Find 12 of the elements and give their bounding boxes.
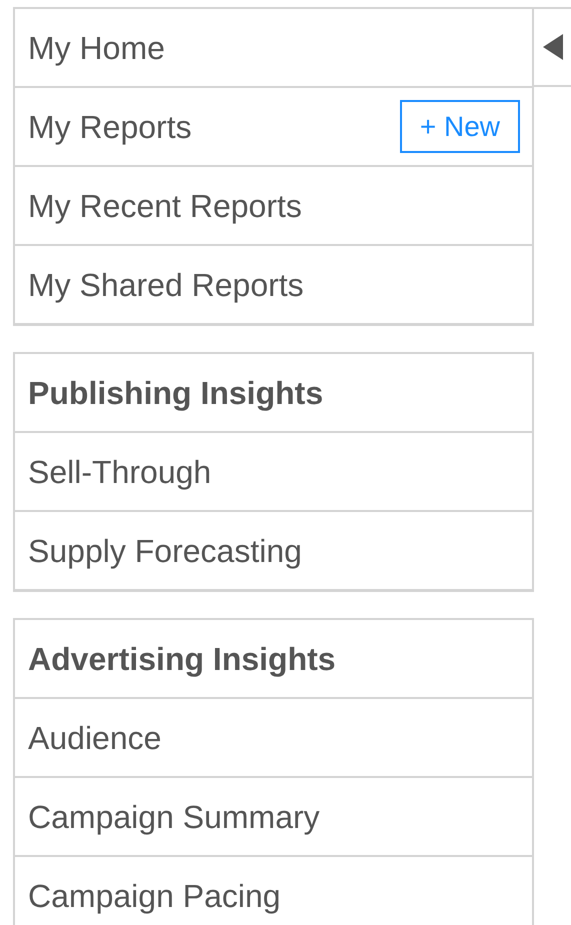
menu-item[interactable]: My Shared Reports [15,246,532,325]
menu-item[interactable]: My Home [15,9,532,88]
menu-item[interactable]: Supply Forecasting [15,512,532,591]
section-heading: Publishing Insights [15,354,532,433]
menu-item[interactable]: Campaign Summary [15,778,532,857]
menu-item[interactable]: Campaign Pacing [15,857,532,925]
collapse-icon[interactable] [543,34,563,60]
section-heading: Advertising Insights [15,620,532,699]
menu-item[interactable]: My Recent Reports [15,167,532,246]
menu-item[interactable]: Sell-Through [15,433,532,512]
menu-item-label[interactable]: My Reports [28,102,192,150]
menu-item[interactable]: Audience [15,699,532,778]
